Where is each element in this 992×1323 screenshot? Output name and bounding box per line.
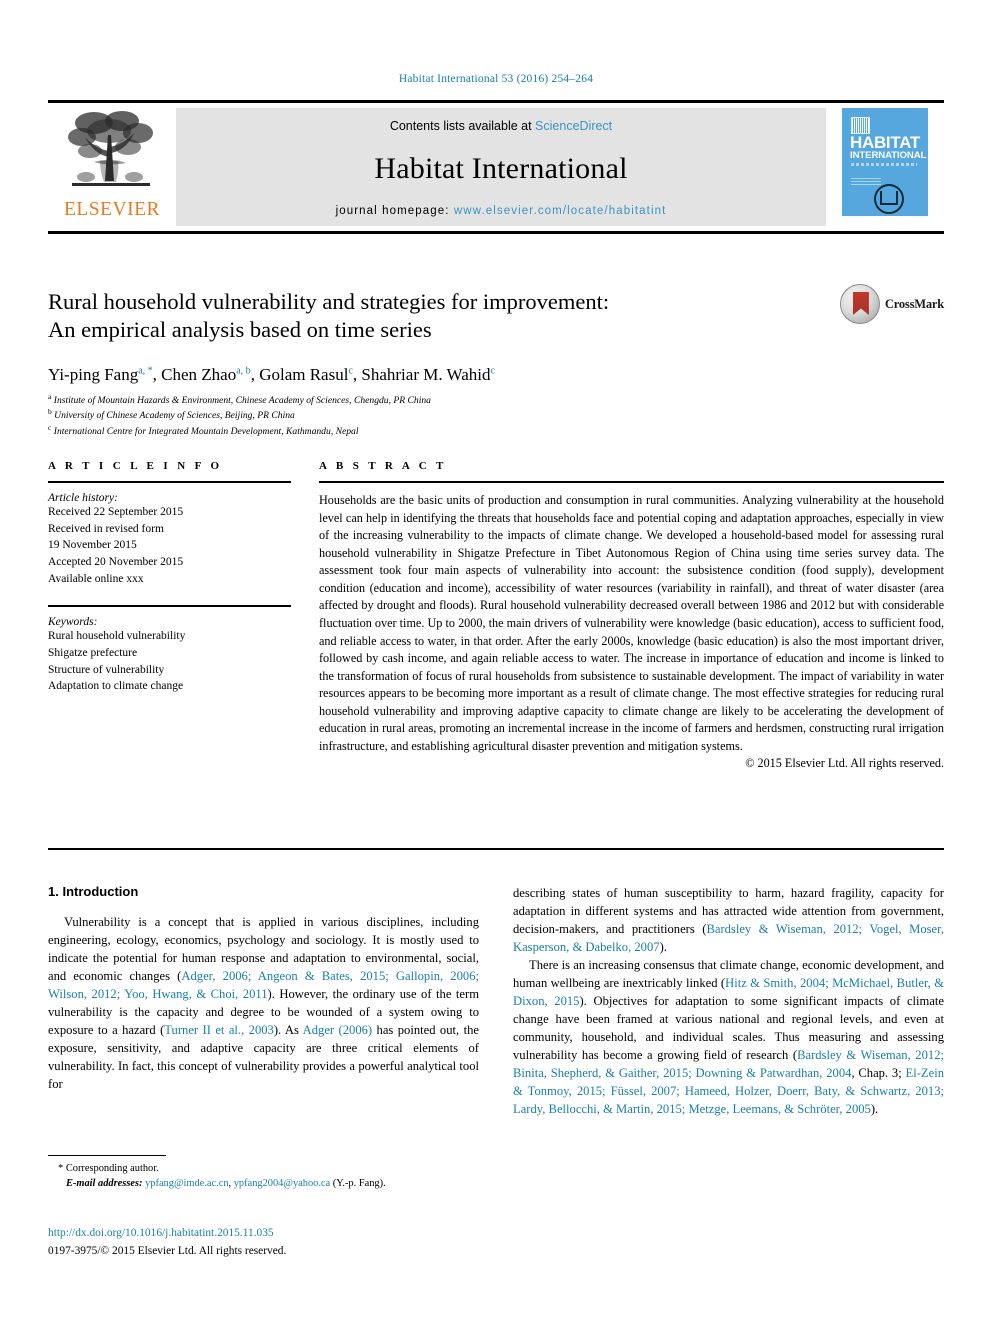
keywords-title: Keywords:: [48, 616, 98, 629]
affiliation-mark: b: [48, 407, 52, 417]
issn-copyright-line: 0197-3975/© 2015 Elsevier Ltd. All right…: [48, 1245, 287, 1257]
affiliation-list: a Institute of Mountain Hazards & Enviro…: [48, 392, 848, 439]
author-name: Chen Zhao: [161, 364, 237, 384]
affiliation-item: a Institute of Mountain Hazards & Enviro…: [48, 392, 848, 408]
crossmark-label: CrossMark: [884, 296, 944, 311]
affiliation-mark: c: [48, 423, 52, 433]
affiliation-mark: a: [48, 391, 52, 401]
history-item: Received 22 September 2015: [48, 506, 184, 518]
section-heading-introduction: 1. Introduction: [48, 884, 139, 899]
paragraph-text: , Chap. 3;: [851, 1066, 906, 1080]
article-title-line2: An empirical analysis based on time seri…: [48, 317, 432, 343]
journal-cover-thumbnail: HABITAT INTERNATIONAL: [842, 108, 928, 226]
abstract-heading: A B S T R A C T: [319, 460, 447, 472]
citation-link[interactable]: Adger (2006): [303, 1023, 372, 1037]
divider: [48, 848, 944, 850]
crossmark-logo[interactable]: CrossMark: [839, 284, 944, 324]
page-title: Rural household vulnerability and strate…: [48, 288, 848, 345]
affiliation-text: International Centre for Integrated Moun…: [53, 426, 359, 438]
body-column-left: 1. Introduction Vulnerability is a conce…: [48, 884, 479, 1118]
contents-available-line: Contents lists available at ScienceDirec…: [390, 119, 612, 133]
corresponding-author-footnote: * Corresponding author. E-mail addresses…: [48, 1155, 479, 1191]
paragraph: There is an increasing consensus that cl…: [513, 956, 944, 1118]
cover-title-line2: INTERNATIONAL: [850, 150, 927, 161]
title-block: Rural household vulnerability and strate…: [48, 288, 848, 439]
cover-volume-text: [851, 178, 881, 185]
divider: [319, 481, 944, 483]
corresponding-label: Corresponding author.: [65, 1163, 159, 1174]
elsevier-wordmark: ELSEVIER: [63, 199, 161, 220]
affiliation-text: University of Chinese Academy of Science…: [54, 410, 295, 422]
journal-masthead: ELSEVIER Contents lists available at Sci…: [48, 100, 944, 234]
divider: [48, 605, 291, 608]
article-history-list: Received 22 September 2015 Received in r…: [48, 504, 291, 587]
corresponding-marker: *: [58, 1163, 64, 1174]
body-columns: 1. Introduction Vulnerability is a conce…: [48, 884, 944, 1118]
affiliation-text: Institute of Mountain Hazards & Environm…: [53, 394, 431, 406]
article-info-heading: A R T I C L E I N F O: [48, 460, 223, 472]
running-head: Habitat International 53 (2016) 254–264: [398, 73, 594, 85]
history-item: 19 November 2015: [48, 539, 137, 552]
cover-title-line1: HABITAT: [850, 133, 920, 152]
email-line: E-mail addresses: ypfang@imde.ac.cn, ypf…: [48, 1176, 479, 1191]
habitat-emblem-icon: [874, 184, 904, 214]
history-item: Accepted 20 November 2015: [48, 556, 184, 569]
homepage-prefix: journal homepage:: [335, 205, 454, 217]
article-history-title: Article history:: [48, 492, 118, 504]
journal-cover-cell: HABITAT INTERNATIONAL: [826, 103, 944, 231]
email-link[interactable]: ypfang2004@yahoo.ca: [234, 1178, 330, 1189]
author-name: Golam Rasul: [259, 364, 349, 384]
info-abstract-section: A R T I C L E I N F O Article history: R…: [48, 460, 944, 771]
keyword-item: Shigatze prefecture: [48, 647, 138, 660]
affiliation-item: b University of Chinese Academy of Scien…: [48, 407, 848, 423]
body-column-right: describing states of human susceptibilit…: [513, 884, 944, 1118]
author-name: Shahriar M. Wahid: [361, 364, 491, 384]
paragraph: Vulnerability is a concept that is appli…: [48, 913, 479, 1093]
abstract-column: A B S T R A C T Households are the basic…: [319, 460, 944, 771]
email-suffix: (Y.-p. Fang).: [330, 1178, 386, 1190]
author-list: Yi-ping Fanga, *, Chen Zhaoa, b, Golam R…: [48, 364, 495, 384]
doi-link[interactable]: http://dx.doi.org/10.1016/j.habitatint.2…: [48, 1225, 274, 1242]
cover-bottom-band: [842, 216, 928, 226]
masthead-center: Contents lists available at ScienceDirec…: [176, 108, 826, 226]
journal-homepage-link[interactable]: www.elsevier.com/locate/habitatint: [454, 205, 667, 217]
elsevier-tree-icon: [64, 107, 160, 199]
elsevier-logo: ELSEVIER: [48, 103, 176, 231]
affiliation-item: c International Centre for Integrated Mo…: [48, 423, 848, 439]
abstract-text: Households are the basic units of produc…: [319, 493, 944, 753]
article-info-column: A R T I C L E I N F O Article history: R…: [48, 460, 291, 771]
author-marks[interactable]: c: [348, 365, 352, 376]
divider: [48, 1155, 166, 1156]
paragraph-text: ).: [659, 940, 667, 954]
author-name: Yi-ping Fang: [48, 364, 139, 384]
divider: [48, 481, 291, 483]
paragraph-text: ). As: [273, 1023, 303, 1037]
keywords-list: Rural household vulnerability Shigatze p…: [48, 628, 291, 695]
keyword-item: Adaptation to climate change: [48, 680, 184, 693]
history-item: Received in revised form: [48, 522, 164, 535]
author-marks[interactable]: c: [491, 365, 495, 376]
abstract-copyright: © 2015 Elsevier Ltd. All rights reserved…: [745, 756, 944, 771]
author-marks[interactable]: a, b: [236, 365, 250, 376]
email-link[interactable]: ypfang@imde.ac.cn: [145, 1178, 228, 1189]
article-title-line1: Rural household vulnerability and strate…: [48, 289, 610, 314]
citation-link[interactable]: Turner II et al., 2003: [164, 1023, 274, 1037]
corresponding-author-line: * Corresponding author.: [48, 1161, 479, 1176]
paragraph-text: ).: [870, 1102, 879, 1116]
sciencedirect-link[interactable]: ScienceDirect: [535, 119, 612, 133]
journal-article-first-page: Habitat International 53 (2016) 254–264: [0, 0, 992, 1323]
email-label: E-mail addresses:: [66, 1178, 143, 1190]
barcode-icon: [851, 117, 870, 134]
journal-homepage-line: journal homepage: www.elsevier.com/locat…: [336, 205, 667, 217]
contents-prefix: Contents lists available at: [389, 119, 536, 133]
journal-title: Habitat International: [374, 152, 628, 185]
author-marks[interactable]: a, *: [138, 365, 152, 376]
keyword-item: Rural household vulnerability: [48, 630, 186, 643]
cover-subtitle-rule: [851, 163, 917, 166]
paragraph: describing states of human susceptibilit…: [513, 884, 944, 956]
keyword-item: Structure of vulnerability: [48, 663, 165, 676]
history-item: Available online xxx: [48, 572, 144, 585]
